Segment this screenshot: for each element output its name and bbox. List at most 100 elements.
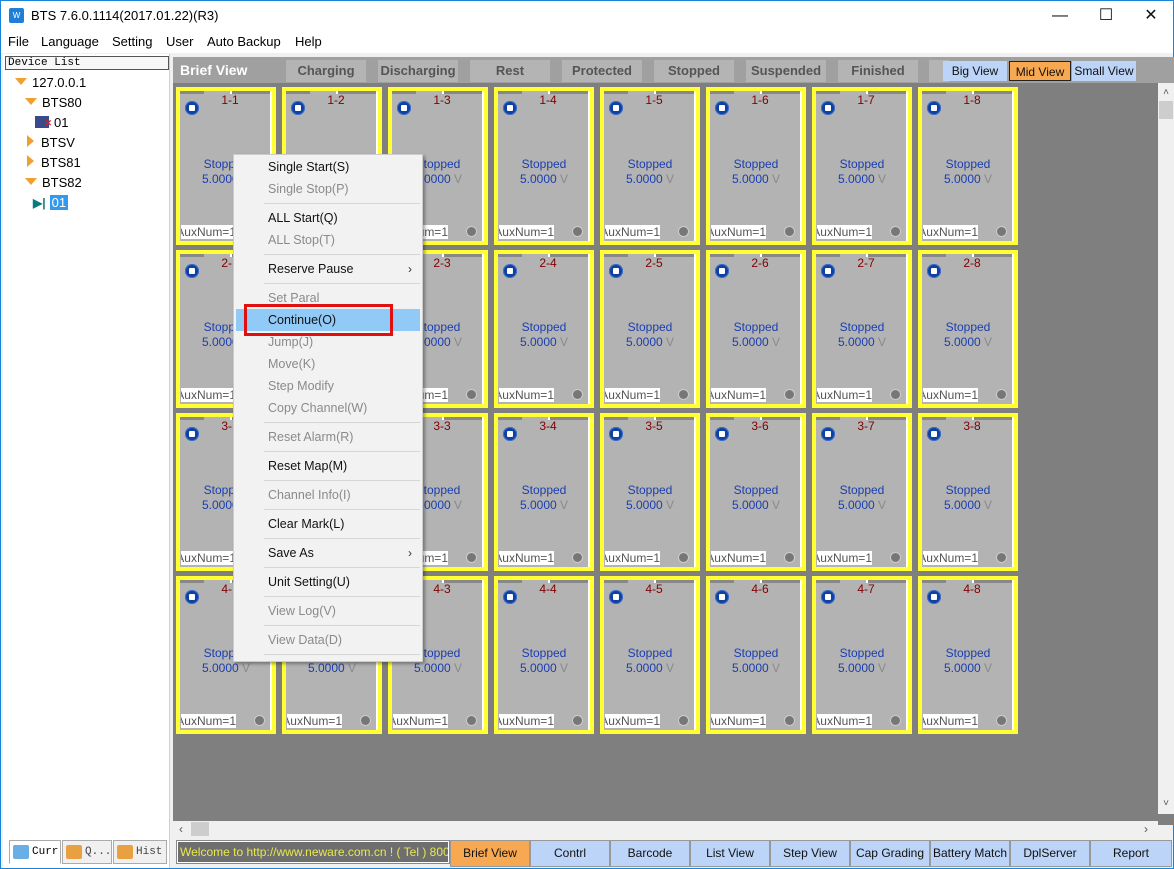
channel-card[interactable]: 2-8 Stopped 5.0000 V AuxNum=1: [918, 250, 1018, 408]
filter-suspended[interactable]: Suspended: [746, 60, 826, 82]
channel-gear-icon[interactable]: [679, 227, 688, 236]
tree-node-btsv[interactable]: BTSV: [27, 134, 75, 152]
expanded-triangle-icon[interactable]: [25, 98, 37, 105]
filter-charging[interactable]: Charging: [286, 60, 366, 82]
channel-gear-icon[interactable]: [361, 716, 370, 725]
collapsed-triangle-icon[interactable]: [27, 155, 34, 167]
bottom-tab-battery-match[interactable]: Battery Match: [930, 840, 1010, 867]
channel-gear-icon[interactable]: [997, 716, 1006, 725]
tree-node-bts82-01[interactable]: ▶| 01: [33, 194, 69, 212]
channel-card[interactable]: 4-5 Stopped 5.0000 V AuxNum=1: [600, 576, 700, 734]
tab-hist[interactable]: Hist: [113, 840, 167, 864]
channel-gear-icon[interactable]: [891, 390, 900, 399]
channel-card[interactable]: 1-5 Stopped 5.0000 V AuxNum=1: [600, 87, 700, 245]
scroll-thumb[interactable]: [1159, 101, 1173, 119]
collapsed-triangle-icon[interactable]: [27, 135, 34, 147]
scroll-thumb[interactable]: [191, 822, 209, 836]
channel-gear-icon[interactable]: [467, 390, 476, 399]
bottom-tab-barcode[interactable]: Barcode: [610, 840, 690, 867]
channel-card[interactable]: 1-4 Stopped 5.0000 V AuxNum=1: [494, 87, 594, 245]
minimize-button[interactable]: —: [1037, 1, 1083, 31]
mid-view-button[interactable]: Mid View: [1009, 61, 1071, 81]
menu-item-view-data[interactable]: View Data(D): [234, 629, 422, 651]
scroll-left-icon[interactable]: ‹: [173, 821, 189, 837]
channel-card[interactable]: 2-6 Stopped 5.0000 V AuxNum=1: [706, 250, 806, 408]
channel-gear-icon[interactable]: [679, 716, 688, 725]
menu-item-move[interactable]: Move(K): [234, 353, 422, 375]
tree-node-bts80-01[interactable]: 01: [35, 114, 68, 132]
channel-card[interactable]: 1-7 Stopped 5.0000 V AuxNum=1: [812, 87, 912, 245]
menu-item-single-stop[interactable]: Single Stop(P): [234, 178, 422, 200]
menu-file[interactable]: File: [8, 34, 29, 49]
vertical-scrollbar[interactable]: ˄ ˅: [1158, 83, 1174, 814]
channel-gear-icon[interactable]: [997, 227, 1006, 236]
bottom-tab-contrl[interactable]: Contrl: [530, 840, 610, 867]
channel-gear-icon[interactable]: [573, 716, 582, 725]
channel-gear-icon[interactable]: [467, 553, 476, 562]
channel-gear-icon[interactable]: [891, 227, 900, 236]
channel-card[interactable]: 3-8 Stopped 5.0000 V AuxNum=1: [918, 413, 1018, 571]
bottom-tab-step-view[interactable]: Step View: [770, 840, 850, 867]
expanded-triangle-icon[interactable]: [25, 178, 37, 185]
scroll-down-icon[interactable]: ˅: [1158, 796, 1174, 812]
channel-gear-icon[interactable]: [997, 390, 1006, 399]
menu-item-step-modify[interactable]: Step Modify: [234, 375, 422, 397]
channel-gear-icon[interactable]: [785, 553, 794, 562]
channel-gear-icon[interactable]: [573, 227, 582, 236]
big-view-button[interactable]: Big View: [943, 61, 1007, 81]
channel-card[interactable]: 3-4 Stopped 5.0000 V AuxNum=1: [494, 413, 594, 571]
bottom-tab-dplserver[interactable]: DplServer: [1010, 840, 1090, 867]
channel-gear-icon[interactable]: [573, 390, 582, 399]
scroll-right-icon[interactable]: ›: [1138, 821, 1154, 837]
tab-query[interactable]: Q...: [62, 840, 112, 864]
menu-item-all-stop[interactable]: ALL Stop(T): [234, 229, 422, 251]
menu-item-copy-channel[interactable]: Copy Channel(W): [234, 397, 422, 419]
filter-finished[interactable]: Finished: [838, 60, 918, 82]
close-button[interactable]: ✕: [1128, 1, 1174, 31]
channel-gear-icon[interactable]: [467, 716, 476, 725]
filter-protected[interactable]: Protected: [562, 60, 642, 82]
channel-card[interactable]: 2-7 Stopped 5.0000 V AuxNum=1: [812, 250, 912, 408]
channel-card[interactable]: 4-6 Stopped 5.0000 V AuxNum=1: [706, 576, 806, 734]
menu-item-reset-alarm[interactable]: Reset Alarm(R): [234, 426, 422, 448]
menu-item-all-start[interactable]: ALL Start(Q): [234, 207, 422, 229]
tab-curr[interactable]: Curr: [9, 840, 61, 864]
filter-rest[interactable]: Rest: [470, 60, 550, 82]
maximize-button[interactable]: ☐: [1083, 1, 1129, 31]
channel-gear-icon[interactable]: [679, 553, 688, 562]
menu-language[interactable]: Language: [41, 34, 99, 49]
channel-card[interactable]: 3-7 Stopped 5.0000 V AuxNum=1: [812, 413, 912, 571]
channel-card[interactable]: 2-5 Stopped 5.0000 V AuxNum=1: [600, 250, 700, 408]
channel-card[interactable]: 2-4 Stopped 5.0000 V AuxNum=1: [494, 250, 594, 408]
menu-setting[interactable]: Setting: [112, 34, 152, 49]
channel-gear-icon[interactable]: [785, 716, 794, 725]
tree-node-bts81[interactable]: BTS81: [27, 154, 81, 172]
channel-card[interactable]: 1-8 Stopped 5.0000 V AuxNum=1: [918, 87, 1018, 245]
menu-item-view-log[interactable]: View Log(V): [234, 600, 422, 622]
menu-help[interactable]: Help: [295, 34, 322, 49]
channel-card[interactable]: 4-4 Stopped 5.0000 V AuxNum=1: [494, 576, 594, 734]
menu-item-clear-mark[interactable]: Clear Mark(L): [234, 513, 422, 535]
channel-card[interactable]: 1-6 Stopped 5.0000 V AuxNum=1: [706, 87, 806, 245]
channel-gear-icon[interactable]: [891, 716, 900, 725]
expanded-triangle-icon[interactable]: [15, 78, 27, 85]
filter-discharging[interactable]: Discharging: [378, 60, 458, 82]
menu-item-unit-setting[interactable]: Unit Setting(U): [234, 571, 422, 593]
menu-user[interactable]: User: [166, 34, 193, 49]
bottom-tab-report[interactable]: Report: [1090, 840, 1172, 867]
channel-gear-icon[interactable]: [467, 227, 476, 236]
channel-card[interactable]: 3-6 Stopped 5.0000 V AuxNum=1: [706, 413, 806, 571]
channel-gear-icon[interactable]: [573, 553, 582, 562]
bottom-tab-brief-view[interactable]: Brief View: [450, 840, 530, 867]
bottom-tab-cap-grading[interactable]: Cap Grading: [850, 840, 930, 867]
channel-card[interactable]: 3-5 Stopped 5.0000 V AuxNum=1: [600, 413, 700, 571]
menu-item-reserve-pause[interactable]: Reserve Pause ›: [234, 258, 422, 280]
bottom-tab-list-view[interactable]: List View: [690, 840, 770, 867]
channel-gear-icon[interactable]: [679, 390, 688, 399]
menu-auto-backup[interactable]: Auto Backup: [207, 34, 281, 49]
menu-item-channel-info[interactable]: Channel Info(I): [234, 484, 422, 506]
tree-node-host[interactable]: 127.0.0.1: [15, 74, 86, 92]
menu-item-save-as[interactable]: Save As ›: [234, 542, 422, 564]
horizontal-scrollbar[interactable]: ‹ ›: [173, 821, 1158, 837]
channel-card[interactable]: 4-7 Stopped 5.0000 V AuxNum=1: [812, 576, 912, 734]
